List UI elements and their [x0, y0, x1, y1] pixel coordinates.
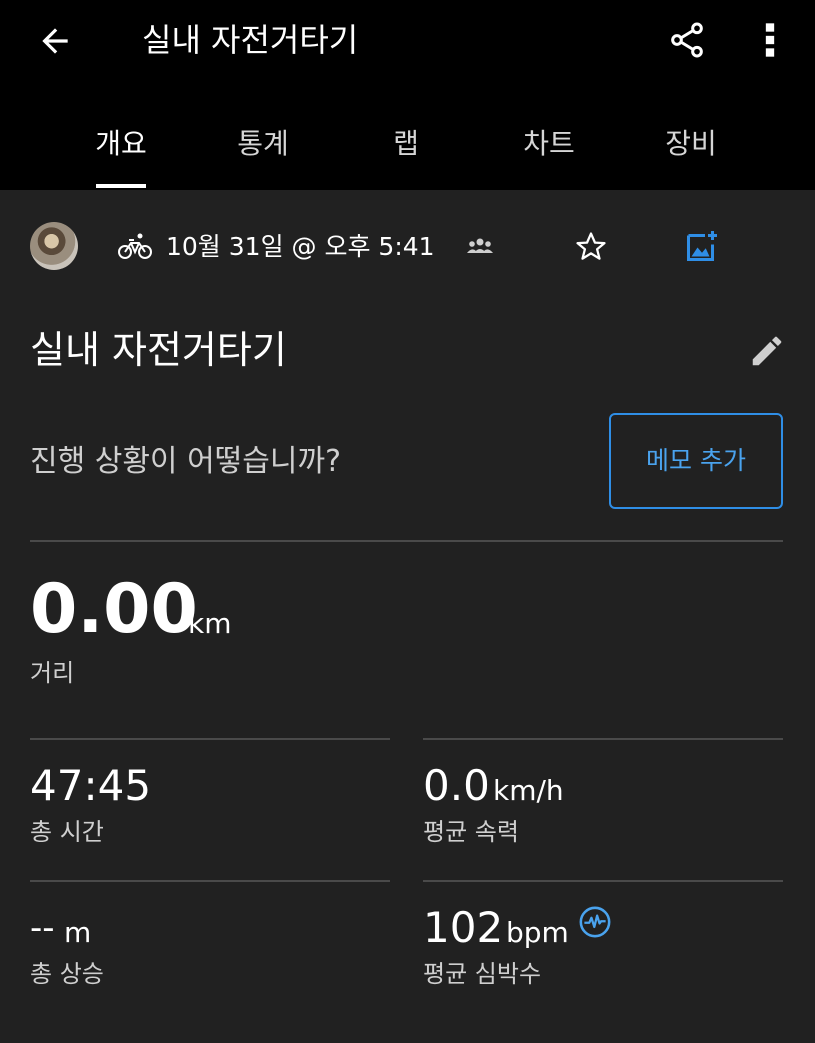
avg-speed-label: 평균 속력: [423, 818, 519, 846]
stat-divider: [423, 880, 783, 882]
active-tab-indicator: [96, 184, 146, 188]
distance-label: 거리: [30, 659, 75, 687]
tab-laps[interactable]: 랩: [386, 124, 426, 164]
page-title: 실내 자전거타기: [142, 21, 359, 59]
total-ascent-value: --: [30, 908, 55, 948]
distance-unit: km: [188, 607, 232, 640]
tab-stats[interactable]: 통계: [232, 124, 294, 164]
heart-rate-icon[interactable]: [578, 905, 612, 939]
total-ascent-label: 총 상승: [30, 960, 104, 988]
section-divider: [30, 540, 783, 542]
stat-divider: [30, 738, 390, 740]
tab-charts[interactable]: 차트: [518, 124, 580, 164]
stat-divider: [30, 880, 390, 882]
avg-speed-unit: km/h: [493, 774, 564, 807]
avatar[interactable]: [30, 222, 78, 270]
avg-speed-value: 0.0: [423, 761, 490, 810]
edit-pencil-icon[interactable]: [748, 332, 786, 370]
group-icon[interactable]: [464, 234, 496, 258]
avg-hr-value: 102: [423, 903, 504, 952]
back-button[interactable]: [30, 16, 80, 66]
activity-name: 실내 자전거타기: [30, 328, 287, 372]
total-ascent-unit: m: [64, 916, 92, 949]
distance-value: 0.00: [30, 570, 198, 649]
total-time-label: 총 시간: [30, 818, 104, 846]
stat-divider: [423, 738, 783, 740]
add-photo-icon[interactable]: [684, 228, 720, 264]
avg-hr-unit: bpm: [506, 916, 569, 949]
progress-prompt: 진행 상황이 어떻습니까?: [30, 444, 341, 479]
activity-datetime: 10월 31일 @ 오후 5:41: [166, 232, 435, 261]
arrow-back-icon: [42, 28, 68, 54]
app-bar: 실내 자전거타기 개요 통계 랩 차트 장비: [0, 0, 815, 190]
share-icon: [671, 22, 703, 58]
share-button[interactable]: [662, 14, 712, 66]
avg-hr-label: 평균 심박수: [423, 960, 542, 988]
tab-overview[interactable]: 개요: [90, 124, 152, 164]
bicycle-icon: [118, 233, 152, 259]
total-time-value: 47:45: [30, 761, 152, 810]
tab-gear[interactable]: 장비: [660, 124, 722, 164]
more-options-button[interactable]: [748, 14, 792, 66]
more-vert-icon: [765, 23, 775, 57]
star-icon[interactable]: [574, 230, 608, 264]
add-memo-button[interactable]: 메모 추가: [609, 413, 783, 509]
